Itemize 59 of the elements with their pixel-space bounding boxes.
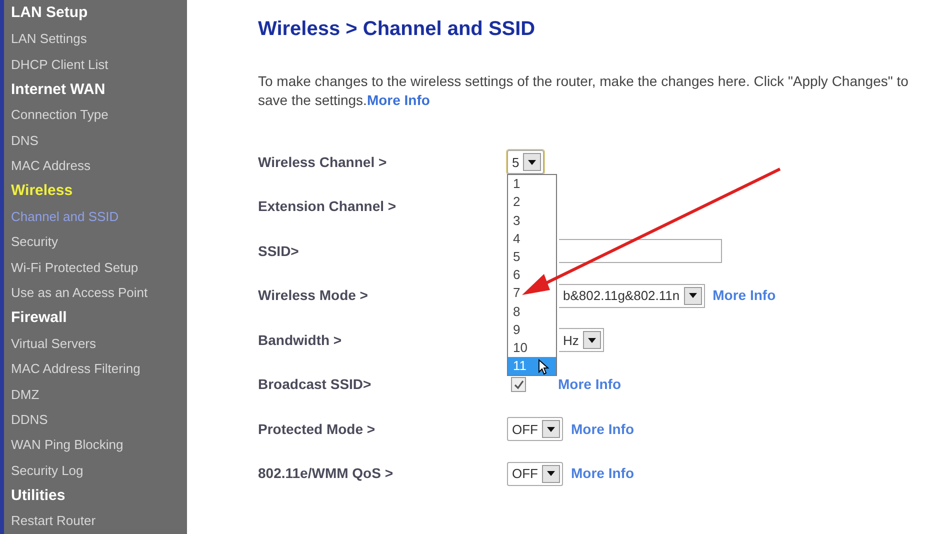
dropdown-caret-icon[interactable] bbox=[542, 420, 560, 438]
sidebar-heading[interactable]: Internet WAN bbox=[11, 77, 187, 102]
sidebar-link[interactable]: Connection Type bbox=[11, 102, 187, 128]
sidebar-link[interactable]: MAC Address bbox=[11, 153, 187, 179]
sidebar-heading[interactable]: LAN Setup bbox=[11, 1, 187, 26]
field-label: Wireless Channel > bbox=[258, 152, 388, 172]
check-icon bbox=[514, 380, 524, 390]
dropdown-option[interactable]: 9 bbox=[508, 320, 556, 339]
field-label: Broadcast SSID> bbox=[258, 375, 372, 394]
sidebar-link[interactable]: DNS bbox=[11, 128, 187, 154]
field-label: Extension Channel > bbox=[258, 197, 398, 216]
sidebar-link[interactable]: Security bbox=[11, 229, 187, 255]
dropdown-caret-icon[interactable] bbox=[542, 464, 560, 483]
sidebar-link[interactable]: Restart Router bbox=[11, 508, 187, 534]
checkbox[interactable] bbox=[511, 377, 526, 392]
dropdown-caret-icon[interactable] bbox=[523, 153, 542, 172]
ssid-input-field[interactable] bbox=[559, 239, 722, 264]
dropdown-option[interactable]: 8 bbox=[508, 302, 556, 321]
select-field[interactable]: Hz bbox=[559, 328, 604, 352]
more-info-link[interactable]: More Info bbox=[366, 92, 430, 108]
field-label: Bandwidth > bbox=[258, 330, 343, 350]
sidebar-heading[interactable]: Utilities bbox=[11, 483, 187, 508]
sidebar-heading[interactable]: Wireless bbox=[11, 178, 187, 204]
dropdown-option[interactable]: 2 bbox=[508, 193, 556, 212]
more-info-link[interactable]: More Info bbox=[712, 285, 776, 306]
sidebar-link[interactable]: WAN Ping Blocking bbox=[11, 432, 187, 458]
sidebar-link[interactable]: Wi-Fi Protected Setup bbox=[11, 254, 187, 280]
sidebar-link[interactable]: DDNS bbox=[11, 407, 187, 432]
sidebar-link[interactable]: DMZ bbox=[11, 382, 187, 407]
field-label: 802.11e/WMM QoS > bbox=[258, 464, 394, 484]
select-field[interactable]: 5 bbox=[507, 150, 544, 174]
field-label: SSID> bbox=[258, 242, 300, 261]
intro-text: To make changes to the wireless settings of the router, make the changes here. Click "Apply Changes" to save the settings.More Info bbox=[258, 72, 910, 110]
dropdown-option[interactable]: 10 bbox=[508, 338, 556, 358]
sidebar-link[interactable]: LAN Settings bbox=[11, 26, 187, 52]
select-field[interactable]: b&802.11g&802.11n bbox=[559, 284, 705, 308]
more-info-link[interactable]: More Info bbox=[558, 374, 621, 396]
dropdown-option[interactable]: 3 bbox=[508, 212, 556, 230]
sidebar-link[interactable]: DHCP Client List bbox=[11, 52, 187, 78]
dropdown-option[interactable]: 5 bbox=[508, 248, 556, 266]
dropdown-caret-icon[interactable] bbox=[582, 331, 601, 350]
select-field[interactable]: OFF bbox=[507, 417, 563, 442]
select-field[interactable]: OFF bbox=[507, 462, 563, 486]
sidebar-link[interactable]: Security Log bbox=[11, 458, 187, 484]
sidebar-heading[interactable]: Firewall bbox=[11, 306, 187, 331]
sidebar-link[interactable]: Virtual Servers bbox=[11, 330, 187, 356]
field-label: Protected Mode > bbox=[258, 420, 376, 439]
dropdown-option[interactable]: 1 bbox=[508, 175, 556, 194]
dropdown-option[interactable]: 11 bbox=[508, 357, 556, 376]
dropdown-option[interactable]: 6 bbox=[508, 266, 556, 284]
more-info-link[interactable]: More Info bbox=[571, 463, 634, 484]
sidebar-link[interactable]: MAC Address Filtering bbox=[11, 356, 187, 382]
more-info-link[interactable]: More Info bbox=[571, 418, 634, 440]
dropdown-caret-icon[interactable] bbox=[684, 286, 702, 305]
dropdown-option[interactable]: 7 bbox=[508, 284, 556, 303]
field-label: Wireless Mode > bbox=[258, 286, 369, 306]
page-title: Wireless > Channel and SSID bbox=[258, 17, 536, 42]
sidebar-link[interactable]: Use as an Access Point bbox=[11, 280, 187, 306]
dropdown-option[interactable]: 4 bbox=[508, 230, 556, 248]
